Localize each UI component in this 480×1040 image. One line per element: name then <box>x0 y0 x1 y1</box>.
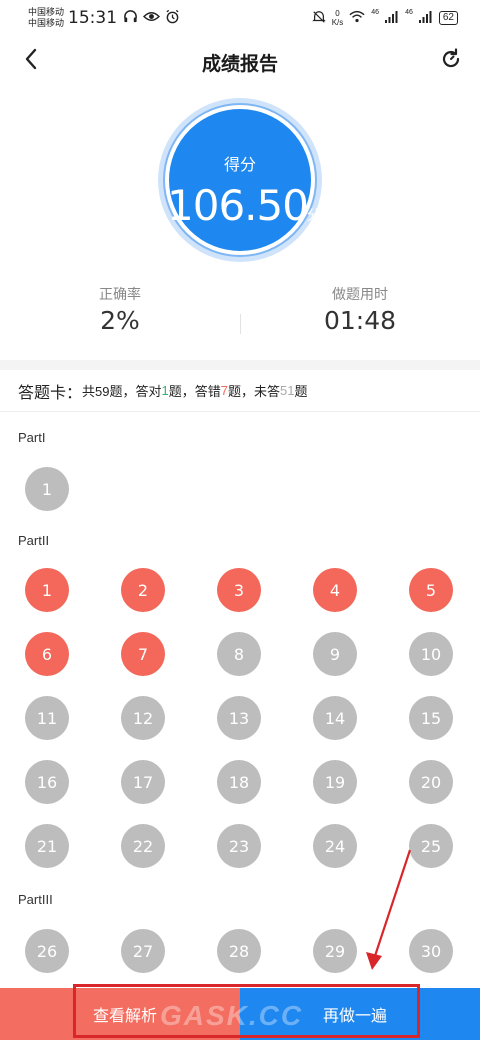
question-bubble[interactable]: 21 <box>25 824 69 868</box>
accuracy-stat: 正确率 2% <box>20 284 220 335</box>
time-label: 做题用时 <box>332 286 388 302</box>
page-title: 成绩报告 <box>201 53 278 75</box>
view-analysis-button[interactable]: 查看解析 <box>0 988 240 1040</box>
correct-count: 1 <box>161 383 169 398</box>
question-bubble[interactable]: 6 <box>25 632 69 676</box>
question-bubble[interactable]: 7 <box>121 632 165 676</box>
speed-unit: K/s <box>331 18 344 27</box>
answer-card-title: 答题卡： <box>18 384 83 402</box>
question-bubble[interactable]: 28 <box>217 929 261 973</box>
signal-2-icon <box>418 10 433 26</box>
time-stat: 做题用时 01:48 <box>260 284 460 335</box>
stats-row: 正确率 2% 做题用时 01:48 <box>0 284 480 344</box>
status-bar: 中国移动 中国移动 15:31 0 K/s 46 46 62 <box>0 0 480 36</box>
question-bubble[interactable]: 29 <box>313 929 357 973</box>
question-bubble[interactable]: 14 <box>313 696 357 740</box>
unanswered-prefix: 题，未答 <box>227 384 280 399</box>
chevron-left-icon <box>24 48 38 75</box>
refresh-icon <box>439 47 463 76</box>
part-label: PartI <box>18 430 46 445</box>
question-bubble[interactable]: 10 <box>409 632 453 676</box>
part-label: PartII <box>18 533 50 548</box>
status-icons-right: 0 K/s 46 46 62 <box>311 9 458 27</box>
question-bubble[interactable]: 24 <box>313 824 357 868</box>
wrong-count: 7 <box>220 383 228 398</box>
refresh-button[interactable] <box>436 46 466 76</box>
question-bubble[interactable]: 1 <box>25 568 69 612</box>
question-bubble[interactable]: 5 <box>409 568 453 612</box>
part-label: PartIII <box>18 892 53 907</box>
answer-total-text: 共59题，答对 <box>82 384 162 399</box>
question-bubble[interactable]: 1 <box>25 467 69 511</box>
question-bubble[interactable]: 8 <box>217 632 261 676</box>
question-bubble[interactable]: 30 <box>409 929 453 973</box>
speed-value: 0 <box>335 9 340 18</box>
wrong-prefix: 题，答错 <box>168 384 221 399</box>
network-speed: 0 K/s <box>332 9 344 27</box>
status-icons-left <box>123 9 180 27</box>
question-bubble[interactable]: 13 <box>217 696 261 740</box>
alarm-icon <box>165 9 180 27</box>
battery-icon: 62 <box>438 11 458 25</box>
question-bubble[interactable]: 12 <box>121 696 165 740</box>
question-bubble[interactable]: 17 <box>121 760 165 804</box>
question-bubble[interactable]: 3 <box>217 568 261 612</box>
score-ring: 得分 106.50 分 <box>158 98 322 262</box>
question-bubble[interactable]: 22 <box>121 824 165 868</box>
score-unit: 分 <box>307 207 321 223</box>
carrier-2: 中国移动 <box>28 18 65 28</box>
back-button[interactable] <box>16 46 46 76</box>
question-bubble[interactable]: 11 <box>25 696 69 740</box>
score-value: 106.50 <box>167 181 309 230</box>
question-bubble[interactable]: 9 <box>313 632 357 676</box>
question-bubble[interactable]: 26 <box>25 929 69 973</box>
score-circle: 得分 106.50 分 <box>165 105 321 255</box>
stats-divider <box>240 314 241 334</box>
section-divider <box>0 360 480 370</box>
redo-button[interactable]: 再做一遍 <box>240 988 480 1040</box>
accuracy-label: 正确率 <box>99 286 141 302</box>
question-bubble[interactable]: 23 <box>217 824 261 868</box>
unanswered-count: 51 <box>279 383 295 398</box>
answer-suffix: 题 <box>294 384 308 399</box>
signal-1-icon <box>385 10 399 26</box>
question-bubble[interactable]: 20 <box>409 760 453 804</box>
carrier-1: 中国移动 <box>28 7 65 17</box>
question-bubble[interactable]: 19 <box>313 760 357 804</box>
signal-2-label: 46 <box>405 9 413 16</box>
answer-card-summary: 答题卡： 共59题，答对 1 题，答错 7 题，未答 51 题 <box>0 370 480 412</box>
score-label: 得分 <box>223 157 256 174</box>
wifi-icon <box>349 10 365 26</box>
question-bubble[interactable]: 15 <box>409 696 453 740</box>
header: 成绩报告 <box>0 40 480 84</box>
question-bubble[interactable]: 2 <box>121 568 165 612</box>
mute-icon <box>311 10 326 27</box>
question-bubble[interactable]: 18 <box>217 760 261 804</box>
accuracy-value: 2% <box>100 306 140 335</box>
bottom-action-bar: 查看解析 再做一遍 <box>0 988 480 1040</box>
question-bubble[interactable]: 4 <box>313 568 357 612</box>
carrier-info: 中国移动 中国移动 <box>28 7 64 29</box>
eye-icon <box>143 9 161 27</box>
question-bubble[interactable]: 16 <box>25 760 69 804</box>
status-time: 15:31 <box>68 8 118 28</box>
signal-1-label: 46 <box>371 9 380 16</box>
question-bubble[interactable]: 25 <box>409 824 453 868</box>
time-value: 01:48 <box>323 306 397 335</box>
headphones-icon <box>123 9 138 27</box>
question-bubble[interactable]: 27 <box>121 929 165 973</box>
